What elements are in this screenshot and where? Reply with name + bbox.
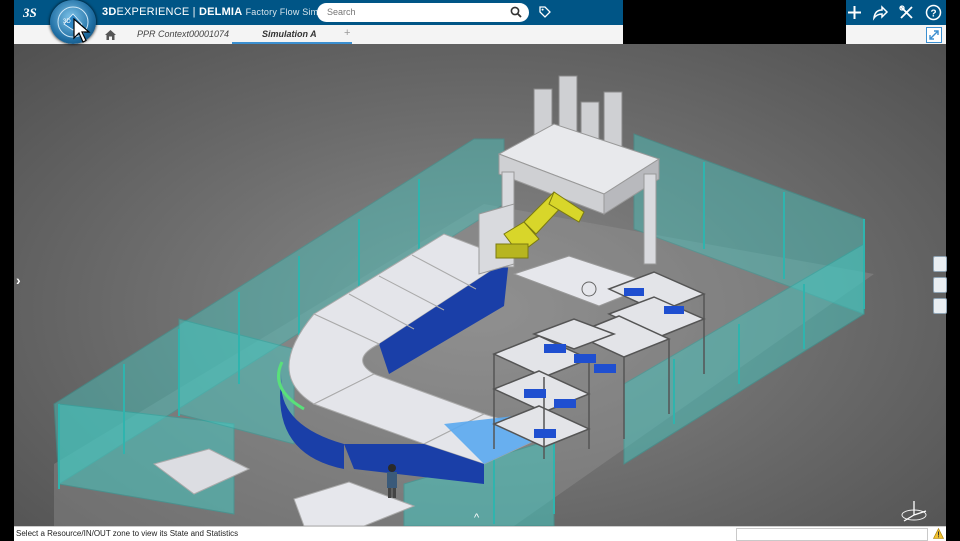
tab-ppr-context[interactable]: PPR Context00001074 bbox=[137, 29, 229, 39]
search-box[interactable] bbox=[317, 3, 529, 22]
side-tool-3-icon[interactable] bbox=[933, 298, 947, 314]
plus-icon[interactable] bbox=[846, 4, 863, 21]
chevron-right-icon[interactable]: › bbox=[16, 272, 21, 288]
expand-icon[interactable] bbox=[926, 27, 942, 43]
status-input-field[interactable] bbox=[736, 528, 928, 541]
brand-prefix: 3D bbox=[102, 6, 117, 18]
status-bar: Select a Resource/IN/OUT zone to view it… bbox=[14, 526, 946, 541]
side-tool-2-icon[interactable] bbox=[933, 277, 947, 293]
brand-experience: EXPERIENCE bbox=[116, 6, 190, 18]
side-tool-1-icon[interactable] bbox=[933, 256, 947, 272]
tab-bar-right bbox=[846, 25, 946, 45]
app-brand: 3DEXPERIENCE | DELMIA Factory Flow Simul… bbox=[102, 6, 342, 18]
navigation-gizmo-icon[interactable] bbox=[898, 497, 930, 525]
share-icon[interactable] bbox=[872, 4, 889, 21]
svg-text:?: ? bbox=[931, 9, 937, 20]
status-message: Select a Resource/IN/OUT zone to view it… bbox=[16, 529, 239, 538]
svg-text:3S: 3S bbox=[22, 5, 37, 20]
help-icon[interactable]: ? bbox=[925, 4, 942, 21]
3ds-logo-icon[interactable]: 3S bbox=[22, 3, 44, 21]
top-right-toolbar: ? bbox=[846, 0, 946, 25]
search-input[interactable] bbox=[327, 5, 497, 19]
home-icon[interactable] bbox=[104, 28, 117, 41]
side-toolbar bbox=[932, 256, 947, 318]
tab-bar: PPR Context00001074 Simulation A + bbox=[14, 25, 623, 45]
brand-separator: | bbox=[189, 6, 199, 18]
tools-icon[interactable] bbox=[898, 4, 915, 21]
svg-text:3D: 3D bbox=[63, 19, 71, 25]
tab-simulation-a[interactable]: Simulation A bbox=[262, 29, 317, 39]
mouse-cursor-icon bbox=[73, 18, 91, 43]
add-tab-button[interactable]: + bbox=[344, 27, 350, 39]
3d-viewport[interactable] bbox=[14, 44, 946, 526]
compass-widget[interactable]: 3D bbox=[50, 0, 96, 44]
search-icon[interactable] bbox=[510, 6, 522, 18]
brand-product: DELMIA bbox=[198, 6, 243, 18]
factory-scene bbox=[53, 75, 874, 526]
chevron-up-icon[interactable]: ^ bbox=[474, 512, 479, 524]
tag-icon[interactable] bbox=[538, 5, 552, 19]
screen-black-region bbox=[623, 0, 846, 44]
warning-icon[interactable] bbox=[933, 528, 944, 539]
